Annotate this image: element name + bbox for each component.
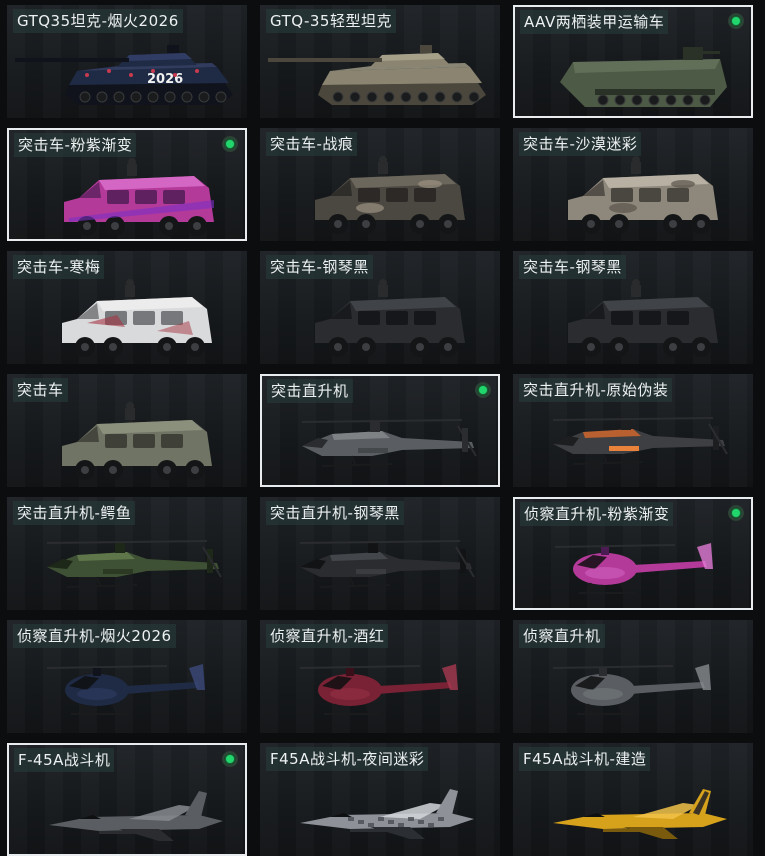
skin-card-label: GTQ-35轻型坦克 — [266, 9, 396, 33]
vehicle-skin-grid: 2026 GTQ35坦克-烟火2026 GTQ-35轻型坦克 AAV两栖装甲运输车 突击… — [0, 0, 765, 856]
skin-card-label: 突击直升机-钢琴黑 — [266, 501, 404, 525]
truck-shape — [315, 156, 465, 234]
skin-card[interactable]: 突击车-钢琴黑 — [513, 251, 753, 364]
skin-card[interactable]: 突击车-沙漠迷彩 — [513, 128, 753, 241]
skin-card[interactable]: GTQ-35轻型坦克 — [260, 5, 500, 118]
skin-card[interactable]: 突击直升机-原始伪装 — [513, 374, 753, 487]
skin-card-label: 突击车-寒梅 — [13, 255, 105, 279]
fighter-jet-shape — [49, 791, 223, 841]
skin-card[interactable]: 侦察直升机-粉紫渐变 — [513, 497, 753, 610]
equipped-indicator-icon — [728, 13, 744, 29]
skin-card[interactable]: F45A战斗机-夜间迷彩 — [260, 743, 500, 856]
skin-card[interactable]: 突击直升机-鳄鱼 — [7, 497, 247, 610]
skin-card[interactable]: 突击直升机 — [260, 374, 500, 487]
fighter-jet-shape — [553, 789, 727, 839]
skin-card-label: 侦察直升机-酒红 — [266, 624, 389, 648]
skin-card-label: 突击车-钢琴黑 — [519, 255, 626, 279]
attack-helicopter-shape — [552, 417, 728, 465]
equipped-indicator-icon — [222, 751, 238, 767]
skin-card-label: 突击直升机-鳄鱼 — [13, 501, 136, 525]
skin-card-label: 突击车 — [13, 378, 68, 402]
skin-card-label: 突击车-粉紫渐变 — [14, 133, 137, 157]
truck-shape — [64, 158, 214, 236]
scout-helicopter-shape — [46, 664, 205, 715]
attack-helicopter-shape — [46, 540, 222, 588]
skin-card-label: 突击车-沙漠迷彩 — [519, 132, 642, 156]
scout-helicopter-shape — [299, 664, 458, 715]
skin-card[interactable]: AAV两栖装甲运输车 — [513, 5, 753, 118]
truck-shape — [315, 279, 465, 357]
skin-card-label: 突击车-钢琴黑 — [266, 255, 373, 279]
skin-card-label: AAV两栖装甲运输车 — [520, 10, 669, 34]
skin-card[interactable]: 2026 GTQ35坦克-烟火2026 — [7, 5, 247, 118]
skin-card[interactable]: 突击直升机-钢琴黑 — [260, 497, 500, 610]
skin-card[interactable]: 侦察直升机-酒红 — [260, 620, 500, 733]
skin-card-label: 突击直升机 — [267, 379, 353, 403]
attack-helicopter-shape — [299, 540, 475, 588]
tank-shape — [15, 45, 233, 105]
equipped-indicator-icon — [222, 136, 238, 152]
truck-shape — [62, 279, 212, 357]
skin-card-label: 突击车-战痕 — [266, 132, 358, 156]
skin-card[interactable]: 突击车 — [7, 374, 247, 487]
skin-card-label: 突击直升机-原始伪装 — [519, 378, 673, 402]
skin-card[interactable]: 突击车-粉紫渐变 — [7, 128, 247, 241]
scout-helicopter-shape — [552, 664, 711, 715]
tank-decal: 2026 — [147, 72, 183, 87]
skin-card[interactable]: F-45A战斗机 — [7, 743, 247, 856]
skin-card[interactable]: 突击车-钢琴黑 — [260, 251, 500, 364]
fighter-jet-shape — [300, 789, 474, 839]
aav-shape — [560, 47, 727, 107]
truck-shape — [62, 402, 212, 480]
skin-card-label: F45A战斗机-建造 — [519, 747, 651, 771]
skin-card-label: 侦察直升机-烟火2026 — [13, 624, 176, 648]
equipped-indicator-icon — [475, 382, 491, 398]
skin-card-label: F45A战斗机-夜间迷彩 — [266, 747, 429, 771]
equipped-indicator-icon — [728, 505, 744, 521]
skin-card-label: 侦察直升机 — [519, 624, 605, 648]
attack-helicopter-shape — [301, 419, 477, 467]
tank-shape — [268, 45, 486, 105]
skin-card[interactable]: 侦察直升机-烟火2026 — [7, 620, 247, 733]
skin-card[interactable]: 侦察直升机 — [513, 620, 753, 733]
truck-shape — [568, 156, 718, 234]
skin-card[interactable]: F45A战斗机-建造 — [513, 743, 753, 856]
truck-shape — [568, 279, 718, 357]
skin-card[interactable]: 突击车-战痕 — [260, 128, 500, 241]
skin-card-label: 侦察直升机-粉紫渐变 — [520, 502, 674, 526]
skin-card[interactable]: 突击车-寒梅 — [7, 251, 247, 364]
scout-helicopter-shape — [554, 543, 713, 594]
skin-card-label: F-45A战斗机 — [14, 748, 115, 772]
skin-card-label: GTQ35坦克-烟火2026 — [13, 9, 183, 33]
